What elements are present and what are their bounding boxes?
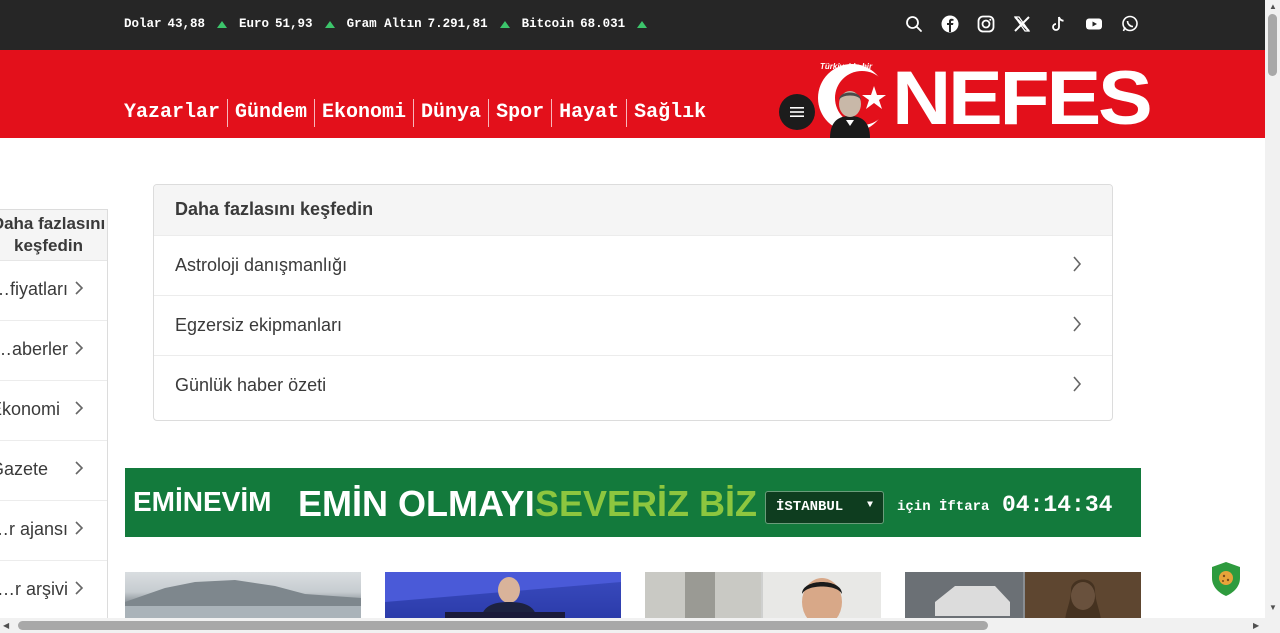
horizontal-scroll-thumb[interactable] <box>18 621 988 630</box>
logo-text: NEFES <box>892 56 1153 141</box>
news-image <box>385 572 621 622</box>
whatsapp-icon[interactable] <box>1120 14 1140 34</box>
nav-item-saglik[interactable]: Sağlık <box>627 99 713 127</box>
discover-item-egzersiz[interactable]: Egzersiz ekipmanları <box>154 295 1112 355</box>
hamburger-menu-button[interactable] <box>779 94 815 130</box>
market-ticker: Dolar 43,88 Euro 51,93 Gram Altın 7.291,… <box>124 17 648 31</box>
iftar-label: için İftara <box>897 499 990 515</box>
scroll-left-icon[interactable]: ◀ <box>3 621 9 630</box>
news-thumbnail[interactable] <box>645 572 881 622</box>
sidebar-discover-box: Daha fazlasını keşfedin Altın fiyatları … <box>0 209 108 629</box>
scroll-right-icon[interactable]: ▶ <box>1253 621 1259 630</box>
nav-item-hayat[interactable]: Hayat <box>552 99 628 127</box>
discover-more-box: Daha fazlasını keşfedin Astroloji danışm… <box>153 184 1113 421</box>
sidebar-discover-item[interactable]: Gazete <box>0 441 107 501</box>
news-thumbnail[interactable] <box>385 572 621 622</box>
up-arrow-icon <box>324 20 335 28</box>
nav-item-ekonomi[interactable]: Ekonomi <box>315 99 415 127</box>
discover-item-haber-ozeti[interactable]: Günlük haber özeti <box>154 355 1112 415</box>
tiktok-icon[interactable] <box>1048 14 1068 34</box>
nav-item-gundem[interactable]: Gündem <box>228 99 316 127</box>
instagram-icon[interactable] <box>976 14 996 34</box>
youtube-icon[interactable] <box>1084 14 1104 34</box>
discover-item-astroloji[interactable]: Astroloji danışmanlığı <box>154 235 1112 295</box>
nav-item-dunya[interactable]: Dünya <box>414 99 490 127</box>
sidebar-discover-item[interactable]: Güncel haberler <box>0 321 107 381</box>
facebook-icon[interactable] <box>940 14 960 34</box>
ticker-item-gold: Gram Altın 7.291,81 <box>347 17 510 31</box>
banner-brand: EMİNEVİM <box>133 486 272 517</box>
news-image <box>905 572 1141 622</box>
scroll-down-icon[interactable]: ▼ <box>1269 603 1277 612</box>
chevron-right-icon <box>75 401 84 415</box>
main-nav: Yazarlar Gündem Ekonomi Dünya Spor Hayat… <box>124 99 713 127</box>
vertical-scrollbar[interactable]: ▲ ▼ <box>1265 0 1280 633</box>
cookie-consent-button[interactable] <box>1211 561 1241 597</box>
sidebar-discover-item[interactable]: Ekonomi <box>0 381 107 441</box>
social-links <box>904 14 1140 34</box>
nav-item-yazarlar[interactable]: Yazarlar <box>124 99 229 127</box>
up-arrow-icon <box>499 20 510 28</box>
sidebar-discover-title: Daha fazlasını keşfedin <box>0 210 107 261</box>
sidebar-discover-item[interactable]: Altın fiyatları <box>0 261 107 321</box>
horizontal-scrollbar[interactable]: ◀ ▶ <box>0 618 1265 633</box>
chevron-right-icon <box>75 461 84 475</box>
news-image <box>125 580 361 622</box>
top-bar: Dolar 43,88 Euro 51,93 Gram Altın 7.291,… <box>0 0 1280 50</box>
hamburger-icon <box>790 107 804 117</box>
city-select[interactable]: İSTANBUL ▼ <box>765 491 884 524</box>
site-logo[interactable]: Türkiye'de bir NEFES <box>816 60 1153 138</box>
vertical-scroll-thumb[interactable] <box>1268 14 1277 76</box>
chevron-right-icon <box>75 281 84 295</box>
x-icon[interactable] <box>1012 14 1032 34</box>
scroll-up-icon[interactable]: ▲ <box>1269 2 1277 11</box>
chevron-right-icon <box>75 521 84 535</box>
search-icon[interactable] <box>904 14 924 34</box>
ad-banner[interactable]: EMİNEVİM EMİN OLMAYI SEVERİZ BİZ İSTANBU… <box>125 468 1141 537</box>
dropdown-arrow-icon: ▼ <box>866 500 873 511</box>
sidebar-discover-item[interactable]: Haber arşivi <box>0 561 107 621</box>
crescent-star-portrait-icon <box>818 64 889 138</box>
chevron-right-icon <box>1073 256 1082 272</box>
banner-slogan-part2: SEVERİZ BİZ <box>535 483 758 524</box>
news-thumbnail[interactable] <box>905 572 1141 622</box>
up-arrow-icon <box>217 20 228 28</box>
banner-slogan-part1: EMİN OLMAYI <box>298 483 535 524</box>
ticker-item-euro: Euro 51,93 <box>239 17 335 31</box>
up-arrow-icon <box>637 20 648 28</box>
ticker-item-bitcoin: Bitcoin 68.031 <box>522 17 648 31</box>
news-image <box>645 572 881 622</box>
chevron-right-icon <box>1073 376 1082 392</box>
nav-item-spor[interactable]: Spor <box>489 99 553 127</box>
chevron-right-icon <box>75 581 84 595</box>
chevron-right-icon <box>75 341 84 355</box>
shield-cookie-icon <box>1212 562 1240 596</box>
ticker-item-dolar: Dolar 43,88 <box>124 17 228 31</box>
sidebar-discover-item[interactable]: Haber ajansı <box>0 501 107 561</box>
news-thumbnail[interactable] <box>125 572 361 622</box>
discover-title: Daha fazlasını keşfedin <box>154 185 1112 235</box>
chevron-right-icon <box>1073 316 1082 332</box>
iftar-countdown: 04:14:34 <box>1002 492 1113 518</box>
logo-tagline: Türkiye'de bir <box>820 62 873 71</box>
